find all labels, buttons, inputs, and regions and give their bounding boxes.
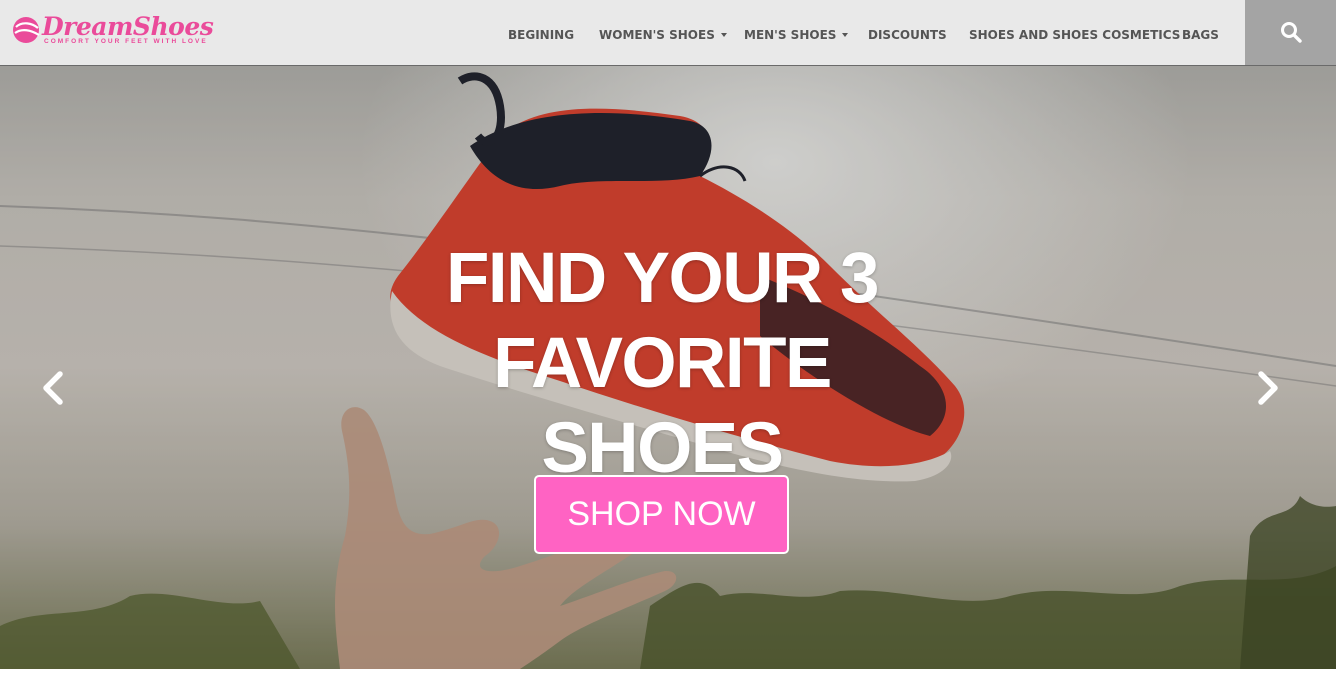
- nav-item-discounts[interactable]: DISCOUNTS: [868, 0, 947, 66]
- nav-item-womens-shoes[interactable]: WOMEN'S SHOES: [599, 0, 727, 66]
- nav-item-label: BAGS: [1182, 28, 1219, 42]
- nav-item-label: DISCOUNTS: [868, 28, 947, 42]
- logo-swirl-icon: [13, 17, 40, 43]
- top-navbar: DreamShoes COMFORT YOUR FEET WITH LOVE B…: [0, 0, 1336, 66]
- logo-wordmark: DreamShoes: [42, 12, 214, 41]
- nav-item-mens-shoes[interactable]: MEN'S SHOES: [744, 0, 849, 66]
- nav-item-label: WOMEN'S SHOES: [599, 28, 715, 42]
- nav-item-label: SHOES AND SHOES COSMETICS: [969, 28, 1181, 42]
- nav-item-begining[interactable]: BEGINING: [508, 0, 574, 66]
- caret-down-icon: [842, 33, 849, 37]
- search-icon: [1281, 22, 1302, 43]
- carousel-prev-button[interactable]: [38, 370, 68, 406]
- carousel-next-button[interactable]: [1253, 370, 1283, 406]
- nav-item-label: BEGINING: [508, 28, 575, 42]
- caret-down-icon: [720, 33, 727, 37]
- chevron-right-icon: [1258, 371, 1278, 405]
- nav-item-bags[interactable]: BAGS: [1182, 0, 1219, 66]
- brand-logo[interactable]: DreamShoes COMFORT YOUR FEET WITH LOVE: [12, 13, 244, 47]
- nav-item-shoes-cosmetics[interactable]: SHOES AND SHOES COSMETICS: [969, 0, 1180, 66]
- chevron-left-icon: [43, 371, 63, 405]
- logo-tagline: COMFORT YOUR FEET WITH LOVE: [44, 38, 208, 45]
- nav-item-label: MEN'S SHOES: [744, 28, 837, 42]
- shop-now-button[interactable]: SHOP NOW: [534, 475, 789, 554]
- hero-headline: FIND YOUR 3 FAVORITE SHOES: [380, 236, 944, 491]
- search-button[interactable]: [1245, 0, 1336, 65]
- hero-carousel: FIND YOUR 3 FAVORITE SHOES SHOP NOW: [0, 66, 1336, 669]
- hero-headline-line: FIND YOUR 3: [446, 238, 879, 318]
- hero-headline-line: FAVORITE: [493, 323, 832, 403]
